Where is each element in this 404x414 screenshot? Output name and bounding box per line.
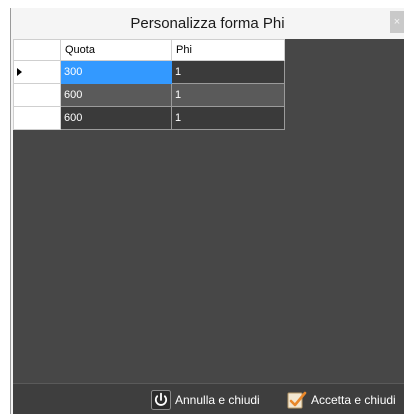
column-header-phi[interactable]: Phi xyxy=(171,39,285,61)
close-icon: × xyxy=(393,16,401,28)
quota-cell[interactable]: 300 xyxy=(60,60,172,84)
cancel-and-close-button[interactable]: Annulla e chiudi xyxy=(151,389,260,410)
dialog-window: Personalizza forma Phi × Quota Phi 300 1… xyxy=(10,8,404,414)
cancel-button-label: Annulla e chiudi xyxy=(175,392,260,407)
column-header-quota[interactable]: Quota xyxy=(60,39,172,61)
accept-button-label: Accetta e chiudi xyxy=(311,392,396,407)
row-header[interactable] xyxy=(13,60,61,84)
table-row[interactable]: 300 1 xyxy=(13,60,285,84)
window-title: Personalizza forma Phi xyxy=(130,15,285,32)
data-grid: Quota Phi 300 1 600 1 600 1 xyxy=(13,39,285,130)
button-bar: Annulla e chiudi Accetta e chiudi xyxy=(13,383,404,414)
checkmark-icon xyxy=(287,391,307,409)
title-bar: Personalizza forma Phi × xyxy=(11,8,404,39)
phi-cell[interactable]: 1 xyxy=(171,83,285,107)
row-header[interactable] xyxy=(13,106,61,130)
quota-cell[interactable]: 600 xyxy=(60,106,172,130)
grid-header-row: Quota Phi xyxy=(13,39,285,61)
accept-and-close-button[interactable]: Accetta e chiudi xyxy=(287,389,396,409)
row-header[interactable] xyxy=(13,83,61,107)
table-row[interactable]: 600 1 xyxy=(13,106,285,130)
current-row-arrow-icon xyxy=(17,68,22,76)
phi-cell[interactable]: 1 xyxy=(171,60,285,84)
grid-corner-cell[interactable] xyxy=(13,39,61,61)
close-button[interactable]: × xyxy=(390,11,404,33)
table-row[interactable]: 600 1 xyxy=(13,83,285,107)
phi-cell[interactable]: 1 xyxy=(171,106,285,130)
quota-cell[interactable]: 600 xyxy=(60,83,172,107)
dialog-body: Quota Phi 300 1 600 1 600 1 Annulla e ch… xyxy=(13,39,404,414)
power-icon xyxy=(151,389,171,410)
